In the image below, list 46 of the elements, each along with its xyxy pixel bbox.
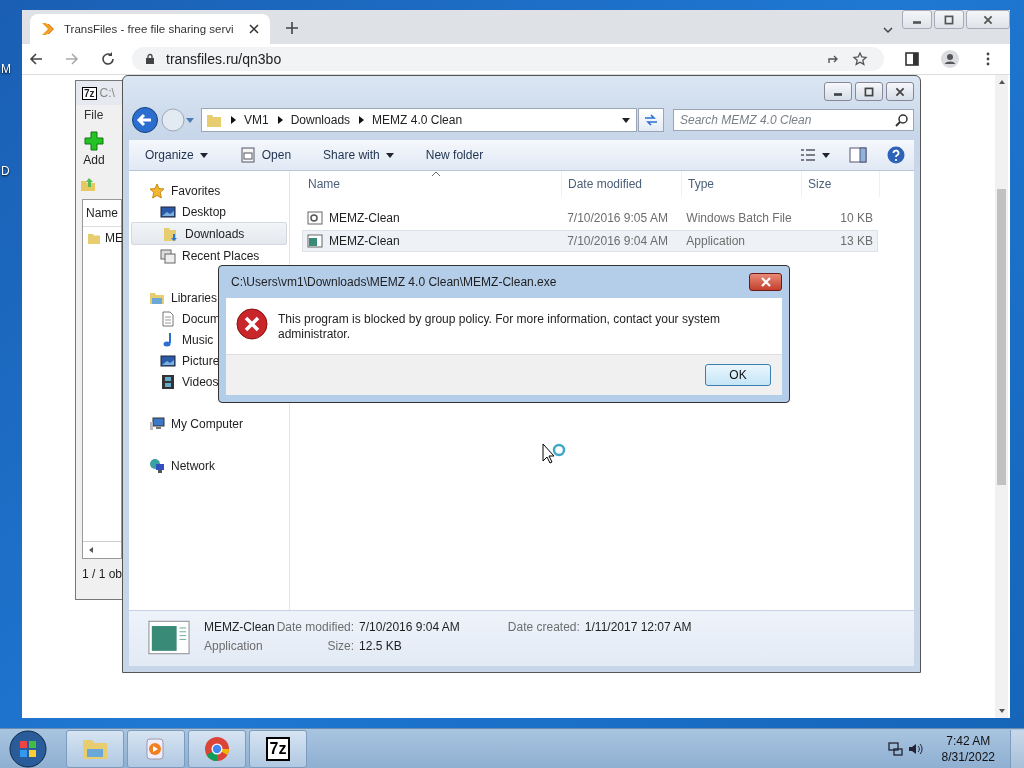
- error-message: This program is blocked by group policy. For more information, contact your system administrator.: [278, 311, 721, 342]
- nav-item[interactable]: My Computer: [129, 413, 289, 434]
- desktop-icon-label: D: [1, 164, 10, 178]
- desktop-icon-label: M: [1, 62, 11, 76]
- address-bar[interactable]: VM1 Downloads MEMZ 4.0 Clean: [201, 108, 637, 132]
- file-type: Application: [204, 639, 264, 653]
- status-text: 1 / 1 ob: [81, 566, 122, 583]
- column-header[interactable]: Date modified: [562, 171, 682, 197]
- nav-item[interactable]: Desktop: [129, 201, 289, 222]
- add-button[interactable]: Add: [76, 131, 112, 167]
- file-row[interactable]: MEMZ-Clean 7/10/2016 9:05 AM Windows Batch File 10 KB: [302, 207, 878, 229]
- archiver-logo: 7z: [82, 86, 97, 100]
- dialog-title: C:\Users\vm1\Downloads\MEMZ 4.0 Clean\MEMZ-Clean.exe: [231, 275, 557, 289]
- breadcrumb-item[interactable]: MEMZ 4.0 Clean: [372, 113, 463, 127]
- property-value: 7/10/2016 9:04 AM: [359, 620, 460, 634]
- breadcrumb-item[interactable]: Downloads: [290, 113, 351, 127]
- list-item[interactable]: ME: [105, 231, 122, 245]
- property-label: Size:: [326, 639, 355, 653]
- property-value: 1/11/2017 12:07 AM: [584, 620, 692, 634]
- address-bar[interactable]: transfiles.ru/qn3bo: [132, 47, 884, 71]
- property-value: 12.5 KB: [359, 639, 403, 653]
- open-button[interactable]: Open: [233, 143, 298, 167]
- breadcrumb-item[interactable]: VM1: [244, 113, 269, 127]
- column-header[interactable]: Name: [83, 200, 121, 227]
- nav-item[interactable]: Downloads: [131, 222, 287, 245]
- file-row[interactable]: MEMZ-Clean 7/10/2016 9:04 AM Application 13 KB: [302, 230, 878, 252]
- menu-button[interactable]: Organize: [139, 144, 214, 166]
- menu-button[interactable]: Share with: [317, 144, 400, 166]
- nav-item[interactable]: Favorites: [129, 180, 289, 201]
- column-header[interactable]: Type: [682, 171, 802, 197]
- ok-button[interactable]: OK: [705, 364, 771, 386]
- file-name: MEMZ-Clean: [204, 620, 275, 634]
- property-label: Date modified:: [276, 620, 355, 634]
- archiver-logo: 7z: [265, 736, 291, 761]
- taskbar-button[interactable]: 7z: [249, 729, 307, 768]
- search-field[interactable]: Search MEMZ 4.0 Clean: [673, 109, 914, 131]
- menu-item[interactable]: File: [84, 108, 104, 122]
- column-header[interactable]: Size: [802, 171, 880, 197]
- browser-tab[interactable]: TransFiles - free file sharing servi: [30, 14, 270, 44]
- column-header[interactable]: Name: [302, 171, 562, 197]
- nav-item[interactable]: Recent Places: [129, 245, 289, 266]
- toolbar-button[interactable]: New folder: [419, 144, 490, 166]
- property-label: Date created:: [507, 620, 580, 634]
- window-title: C:\: [99, 86, 115, 100]
- clock[interactable]: 7:42 AM 8/31/2022: [941, 733, 995, 764]
- nav-item[interactable]: Network: [129, 455, 289, 476]
